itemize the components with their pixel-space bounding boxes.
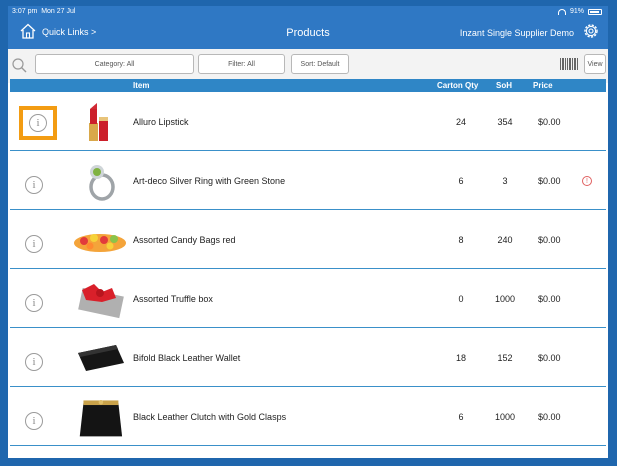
view-button[interactable]: View: [584, 54, 606, 74]
status-time: 3:07 pm Mon 27 Jul: [12, 8, 76, 15]
price-value: $0.00: [538, 294, 561, 304]
price-value: $0.00: [538, 117, 561, 127]
soh-value: 152: [497, 353, 513, 363]
table-row[interactable]: i Assorted Truffle box 0 1000 $0.00: [10, 269, 606, 328]
soh-value: 1000: [494, 412, 516, 422]
soh-value: 240: [497, 235, 513, 245]
price-value: $0.00: [538, 412, 561, 422]
carton-qty: 0: [458, 294, 464, 304]
truffle-box-thumbnail: [78, 284, 124, 319]
product-name: Assorted Candy Bags red: [133, 235, 236, 245]
wallet-thumbnail: [78, 345, 124, 371]
info-icon: i: [25, 353, 43, 371]
ring-thumbnail: [89, 165, 115, 201]
carton-qty: 6: [458, 412, 464, 422]
alert-icon[interactable]: !: [582, 176, 592, 186]
info-icon: i: [25, 294, 43, 312]
carton-qty: 8: [458, 235, 464, 245]
table-row[interactable]: i Black Leather Clutch with Gold Clasps …: [10, 387, 606, 446]
table-row[interactable]: i Art-deco Silver Ring with Green Stone …: [10, 151, 606, 210]
filter-button[interactable]: Filter: All: [198, 54, 285, 74]
info-button[interactable]: i: [20, 407, 48, 435]
info-button[interactable]: i: [20, 230, 48, 258]
product-name: Assorted Truffle box: [133, 294, 213, 304]
price-value: $0.00: [538, 353, 561, 363]
info-icon: i: [25, 235, 43, 253]
wifi-icon: [557, 8, 566, 15]
candy-thumbnail: [74, 234, 126, 252]
price-value: $0.00: [538, 235, 561, 245]
status-indicators: 91%: [557, 8, 602, 15]
price-value: $0.00: [538, 176, 561, 186]
battery-percent: 91%: [569, 8, 584, 15]
gear-icon[interactable]: [582, 22, 600, 40]
info-icon: i: [25, 412, 43, 430]
carton-qty: 18: [455, 353, 466, 363]
lipstick-thumbnail: [89, 103, 108, 141]
table-row[interactable]: i Alluro Lipstick 24 354 $0.00: [10, 92, 606, 151]
sort-button[interactable]: Sort: Default: [291, 54, 349, 74]
app-frame: 3:07 pm Mon 27 Jul 91% Quick Links > Pro…: [8, 6, 608, 458]
top-bar: 3:07 pm Mon 27 Jul 91% Quick Links > Pro…: [8, 6, 608, 49]
info-icon: i: [29, 114, 47, 132]
table-header: Item Carton Qty SoH Price: [10, 79, 606, 92]
product-name: Bifold Black Leather Wallet: [133, 353, 241, 363]
product-name: Black Leather Clutch with Gold Clasps: [133, 412, 287, 422]
product-name: Alluro Lipstick: [133, 117, 189, 127]
carton-qty: 24: [455, 117, 466, 127]
column-header-carton-qty[interactable]: Carton Qty: [437, 81, 478, 90]
column-header-item[interactable]: Item: [133, 81, 149, 90]
product-list: i Alluro Lipstick 24 354 $0.00 i Art-dec…: [8, 92, 608, 446]
soh-value: 354: [497, 117, 513, 127]
soh-value: 1000: [494, 294, 516, 304]
table-row[interactable]: i Bifold Black Leather Wallet 18 152 $0.…: [10, 328, 606, 387]
filter-bar: Category: All Filter: All Sort: Default …: [8, 49, 608, 83]
table-row[interactable]: i Assorted Candy Bags red 8 240 $0.00: [10, 210, 606, 269]
barcode-icon[interactable]: [560, 58, 578, 70]
product-name: Art-deco Silver Ring with Green Stone: [133, 176, 286, 186]
info-button[interactable]: i: [19, 106, 57, 140]
info-button[interactable]: i: [20, 289, 48, 317]
column-header-price[interactable]: Price: [533, 81, 553, 90]
info-icon: i: [25, 176, 43, 194]
soh-value: 3: [502, 176, 508, 186]
supplier-name[interactable]: Inzant Single Supplier Demo: [460, 28, 574, 38]
battery-icon: [588, 8, 602, 15]
info-button[interactable]: i: [20, 348, 48, 376]
search-icon[interactable]: [11, 57, 27, 73]
clutch-thumbnail: [79, 399, 123, 437]
info-button[interactable]: i: [20, 171, 48, 199]
carton-qty: 6: [458, 176, 464, 186]
column-header-soh[interactable]: SoH: [496, 81, 512, 90]
category-filter-button[interactable]: Category: All: [35, 54, 194, 74]
